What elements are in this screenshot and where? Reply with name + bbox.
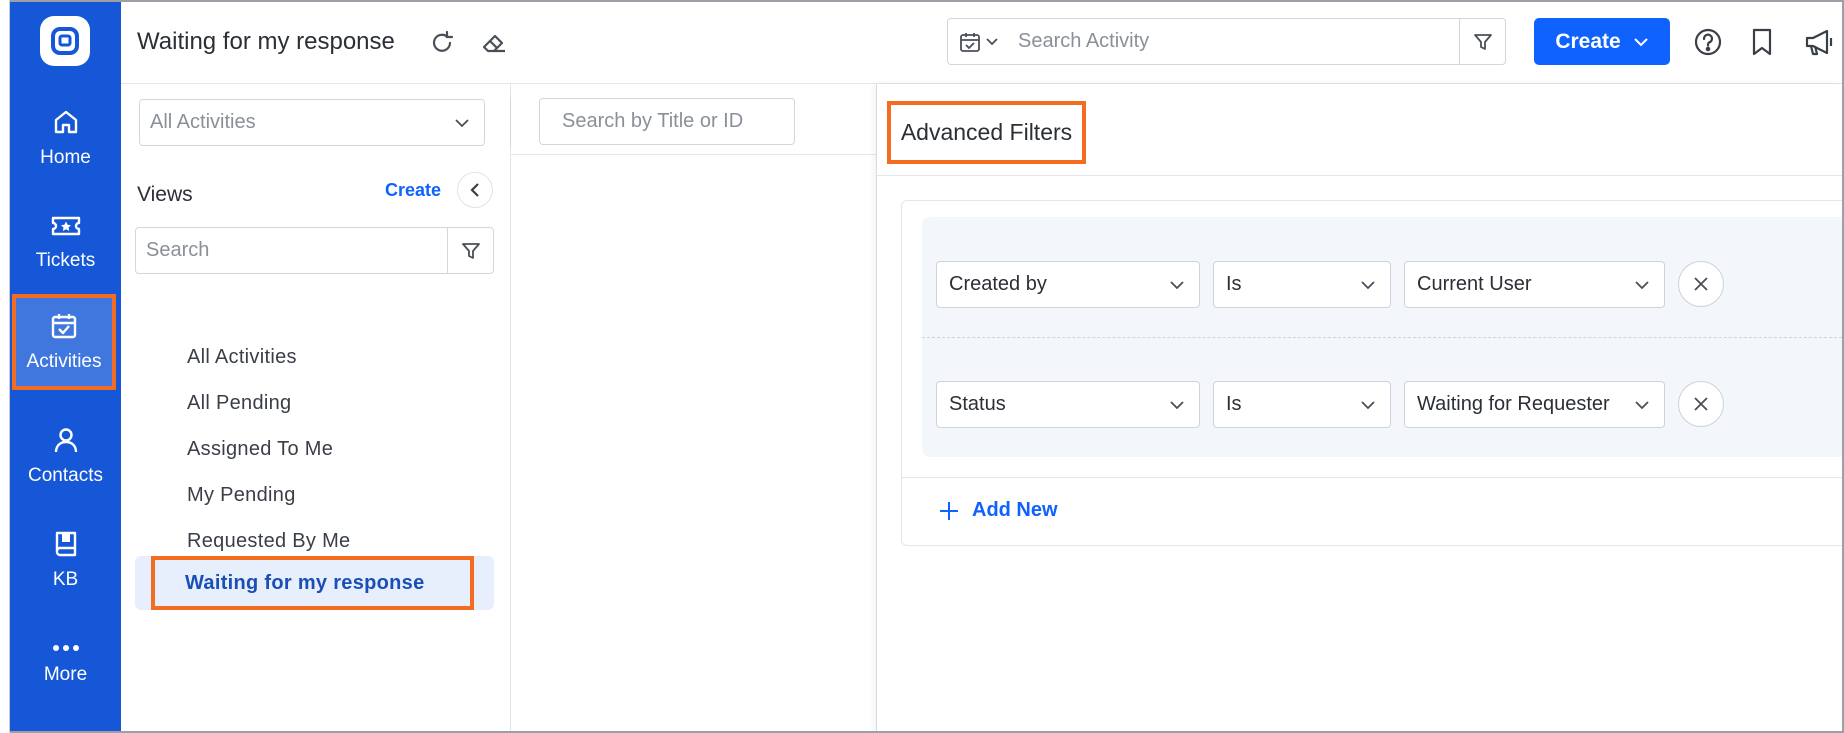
user-icon — [54, 428, 77, 453]
filter-row-divider — [922, 337, 1844, 338]
filter-row-2-value: Waiting for Requester — [1417, 393, 1610, 415]
nav-more[interactable]: More — [10, 614, 121, 714]
list-header-divider — [511, 154, 877, 155]
view-item-label: Waiting for my response — [185, 571, 425, 594]
more-dots-icon — [52, 645, 79, 651]
search-activity-input[interactable] — [1010, 19, 1459, 64]
view-item-requested-by-me[interactable]: Requested By Me — [187, 530, 350, 553]
page-title: Waiting for my response — [137, 28, 395, 55]
nav-home-label: Home — [40, 147, 91, 168]
calendar-check-icon — [51, 314, 77, 339]
chevron-down-icon — [1361, 280, 1375, 289]
filter-icon — [1473, 33, 1492, 50]
views-heading: Views — [137, 183, 193, 206]
close-icon — [1694, 277, 1708, 291]
view-item-waiting-for-my-response[interactable]: Waiting for my response — [151, 556, 474, 610]
chevron-down-icon — [455, 118, 469, 127]
chevron-down-icon — [1635, 280, 1649, 289]
logo-icon — [51, 27, 79, 55]
home-icon — [54, 110, 77, 134]
advanced-filters-panel: Advanced Filters Created by Is Current U… — [877, 84, 1844, 733]
filter-row-1-operator: Is — [1226, 273, 1242, 295]
advanced-filters-divider — [877, 175, 1844, 176]
window-edge — [0, 0, 10, 733]
create-button[interactable]: Create — [1534, 18, 1670, 65]
create-view-link[interactable]: Create — [385, 180, 441, 201]
filter-card: Created by Is Current User Status Is Wai… — [901, 200, 1844, 546]
title-search-box — [539, 98, 827, 145]
view-item-assigned-to-me[interactable]: Assigned To Me — [187, 438, 333, 461]
date-filter-dropdown[interactable] — [948, 19, 1010, 64]
filter-row-1-operator-select[interactable]: Is — [1213, 261, 1391, 308]
search-filter-button[interactable] — [1459, 19, 1505, 64]
view-item-my-pending[interactable]: My Pending — [187, 484, 296, 507]
nav-tickets-label: Tickets — [35, 250, 96, 271]
help-icon[interactable] — [1693, 27, 1723, 57]
filter-row-1-value-select[interactable]: Current User — [1404, 261, 1665, 308]
plus-icon — [940, 501, 958, 520]
book-icon — [55, 531, 76, 557]
filter-row-2-field-select[interactable]: Status — [936, 381, 1200, 428]
nav-activities[interactable]: Activities — [12, 294, 116, 390]
view-item-all-pending[interactable]: All Pending — [187, 392, 291, 415]
chevron-down-icon — [985, 37, 998, 45]
activity-type-select[interactable]: All Activities — [139, 99, 485, 146]
filter-row-1-value: Current User — [1417, 273, 1532, 295]
bookmark-icon[interactable] — [1749, 27, 1775, 57]
chevron-down-icon — [1170, 280, 1184, 289]
nav-kb[interactable]: KB — [10, 510, 121, 610]
refresh-icon[interactable] — [429, 30, 455, 56]
nav-more-label: More — [43, 664, 88, 685]
nav-home[interactable]: Home — [10, 88, 121, 188]
views-filter-button[interactable] — [447, 228, 493, 273]
eraser-icon[interactable] — [481, 30, 507, 56]
filter-row-2-field: Status — [949, 393, 1006, 415]
search-activity-box — [947, 18, 1506, 65]
activity-list-panel — [511, 84, 877, 733]
chevron-down-icon — [1633, 37, 1648, 46]
chevron-down-icon — [1635, 400, 1649, 409]
views-search-input[interactable] — [136, 228, 447, 273]
nav-kb-label: KB — [52, 569, 79, 590]
filter-row-1-field-select[interactable]: Created by — [936, 261, 1200, 308]
chevron-down-icon — [1361, 400, 1375, 409]
filter-row-2-operator: Is — [1226, 393, 1242, 415]
filter-row-1-field: Created by — [949, 273, 1047, 295]
filter-row-2-value-select[interactable]: Waiting for Requester — [1404, 381, 1665, 428]
top-bar: Waiting for my response Create — [121, 0, 1844, 84]
calendar-icon — [959, 32, 980, 52]
filter-row-2-remove-button[interactable] — [1678, 381, 1724, 427]
chevron-down-icon — [1170, 400, 1184, 409]
nav-activities-label: Activities — [26, 351, 102, 372]
filter-row-1-remove-button[interactable] — [1678, 261, 1724, 307]
views-search-box — [135, 227, 494, 274]
nav-contacts[interactable]: Contacts — [10, 406, 121, 506]
app-logo[interactable] — [40, 16, 90, 66]
nav-contacts-label: Contacts — [28, 465, 103, 486]
title-search-input[interactable] — [562, 99, 827, 144]
views-panel: All Activities Views Create All Activiti… — [121, 84, 511, 733]
chevron-left-icon — [470, 183, 479, 197]
nav-tickets[interactable]: Tickets — [10, 192, 121, 292]
view-item-all-activities[interactable]: All Activities — [187, 346, 297, 369]
add-new-label: Add New — [972, 499, 1058, 521]
add-new-filter-button[interactable]: Add New — [938, 499, 1058, 522]
create-button-label: Create — [1555, 29, 1621, 53]
megaphone-icon[interactable] — [1803, 27, 1837, 57]
activity-type-value: All Activities — [150, 111, 256, 133]
collapse-panel-button[interactable] — [457, 172, 493, 208]
close-icon — [1694, 397, 1708, 411]
filter-card-divider — [902, 477, 1844, 478]
advanced-filters-title: Advanced Filters — [887, 101, 1086, 164]
left-nav: Home Tickets Activities Contacts KB More — [10, 0, 121, 733]
filter-icon — [461, 242, 480, 259]
filter-row-2-operator-select[interactable]: Is — [1213, 381, 1391, 428]
ticket-icon — [51, 216, 80, 236]
filter-condition-group: Created by Is Current User Status Is Wai… — [922, 217, 1844, 457]
